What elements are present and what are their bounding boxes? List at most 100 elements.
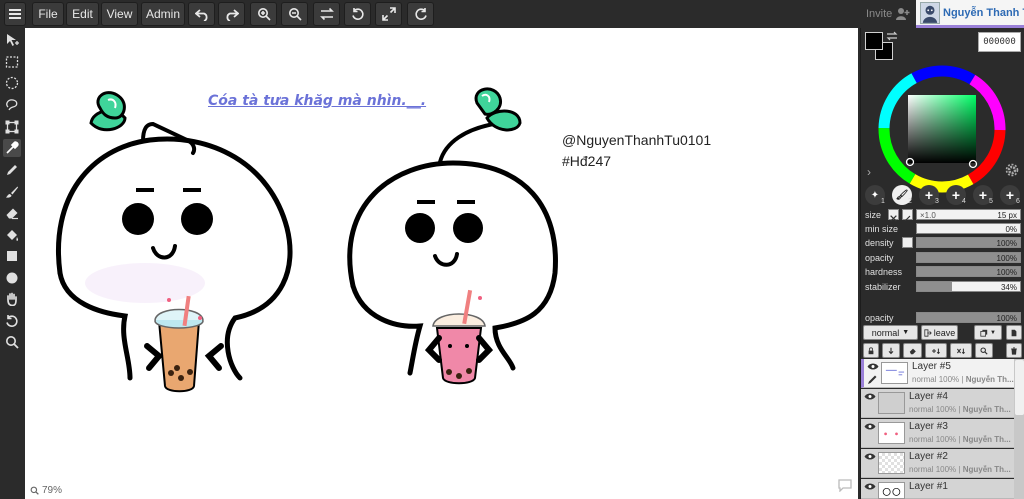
- right-character: [347, 87, 558, 385]
- plus-merge-icon: [932, 348, 940, 354]
- tool-rectangle[interactable]: [3, 247, 21, 265]
- merge-down-button[interactable]: [882, 343, 900, 358]
- layer-item-2[interactable]: Layer #2 normal 100% | Nguyễn Th...: [861, 449, 1014, 478]
- eye-icon[interactable]: [864, 392, 876, 401]
- undo-button[interactable]: [188, 2, 215, 26]
- top-bar: File Edit View Admin Invite Nguyễn Thanh: [0, 0, 1024, 28]
- user-badge[interactable]: Nguyễn Thanh Tú: [916, 0, 1024, 28]
- trash-icon: [1011, 346, 1017, 355]
- copy-icon: [980, 329, 988, 337]
- pen-icon: [868, 375, 877, 384]
- fit-screen-button[interactable]: [375, 2, 402, 26]
- chat-bubble-icon[interactable]: [837, 478, 853, 492]
- tool-zoom[interactable]: [3, 333, 21, 351]
- tool-brush[interactable]: [3, 183, 21, 201]
- stabilizer-slider[interactable]: 34%: [916, 281, 1021, 292]
- rotate-right-button[interactable]: [407, 2, 434, 26]
- redo-button[interactable]: [218, 2, 245, 26]
- layer-item-3[interactable]: Layer #3 normal 100% | Nguyễn Th...: [861, 419, 1014, 448]
- hardness-slider[interactable]: 100%: [916, 266, 1021, 277]
- brush-preset-1-icon: ✦: [870, 189, 880, 201]
- size-slider[interactable]: ×1.0 15 px: [916, 209, 1021, 220]
- add-user-icon[interactable]: [896, 7, 910, 20]
- tool-ellipse-select[interactable]: [3, 74, 21, 92]
- tool-move[interactable]: [3, 31, 21, 49]
- size-pressure-toggle[interactable]: [888, 209, 899, 222]
- rectangle-select-icon: [5, 56, 19, 68]
- layer-list-scrollbar[interactable]: [1014, 359, 1024, 499]
- layer-name: Layer #2: [909, 451, 948, 462]
- hamburger-menu-button[interactable]: [4, 2, 26, 26]
- tool-eyedropper[interactable]: [3, 139, 21, 157]
- layer-opacity-slider[interactable]: 100%: [916, 312, 1021, 323]
- clear-layer-button[interactable]: [903, 343, 922, 358]
- rotate-icon: [6, 315, 18, 327]
- color-panel-expand-icon[interactable]: ›: [867, 165, 871, 179]
- zoom-indicator[interactable]: 79%: [30, 485, 62, 496]
- pen-icon: [7, 165, 17, 175]
- zoom-out-button[interactable]: [281, 2, 308, 26]
- leave-label: leave: [933, 327, 956, 338]
- layer-blend-row: normal ▼ leave ▼: [863, 325, 1023, 341]
- menu-view[interactable]: View: [101, 2, 138, 26]
- density-slider[interactable]: 100%: [916, 237, 1021, 248]
- blend-mode-select[interactable]: normal ▼: [863, 325, 918, 340]
- tool-lasso[interactable]: [3, 96, 21, 114]
- rotate-left-button[interactable]: [344, 2, 371, 26]
- menu-file[interactable]: File: [32, 2, 64, 26]
- invite-link[interactable]: Invite: [866, 8, 892, 20]
- primary-color-swatch[interactable]: [865, 32, 883, 50]
- layer-item-4[interactable]: Layer #4 normal 100% | Nguyễn Th...: [861, 389, 1014, 418]
- tool-eraser[interactable]: [3, 204, 21, 222]
- size-multiplier: ×1.0: [920, 211, 936, 220]
- layer-list-scroll-thumb[interactable]: [1015, 360, 1024, 415]
- merge-layer-button[interactable]: [925, 343, 947, 358]
- tool-transform[interactable]: [3, 118, 21, 136]
- hex-color-input[interactable]: 000000: [978, 32, 1021, 52]
- drawing-canvas[interactable]: Cóa tà tưa khăg mà nhìn.__. @NguyenThanh…: [25, 28, 858, 499]
- color-wheel[interactable]: [877, 64, 1007, 194]
- new-page-icon: [1011, 329, 1017, 336]
- undo-icon: [194, 9, 207, 21]
- new-layer-button[interactable]: [1006, 325, 1022, 340]
- rotate-right-icon: [414, 8, 427, 20]
- swap-colors-icon[interactable]: [886, 30, 898, 42]
- layer-thumbnail-text: [885, 369, 905, 376]
- layer-item-1[interactable]: Layer #1: [861, 479, 1014, 499]
- chevron-down-icon: ▼: [902, 329, 910, 336]
- menu-admin[interactable]: Admin: [141, 2, 185, 26]
- duplicate-layer-button[interactable]: ▼: [974, 325, 1002, 340]
- tool-ellipse[interactable]: [3, 269, 21, 287]
- min-size-slider[interactable]: 0%: [916, 223, 1021, 234]
- tool-rotate[interactable]: [3, 312, 21, 330]
- zoom-level: 79%: [42, 485, 63, 496]
- menu-edit[interactable]: Edit: [66, 2, 99, 26]
- delete-layer-button[interactable]: [1006, 343, 1022, 358]
- leave-button[interactable]: leave: [921, 325, 958, 340]
- brush-preset-5-number: 5: [989, 198, 993, 205]
- close-merge-icon: [956, 348, 965, 354]
- density-pressure-toggle[interactable]: [902, 237, 913, 248]
- layer-mode: normal: [909, 405, 934, 414]
- rectangle-icon: [7, 251, 17, 261]
- search-layer-button[interactable]: [975, 343, 993, 358]
- eye-icon[interactable]: [864, 452, 876, 461]
- delete-merge-button[interactable]: [950, 343, 972, 358]
- eye-icon[interactable]: [864, 482, 876, 491]
- layer-opacity: 100%: [935, 435, 957, 444]
- eye-icon[interactable]: [864, 422, 876, 431]
- size-pen-toggle[interactable]: [902, 209, 913, 222]
- opacity-slider[interactable]: 100%: [916, 252, 1021, 263]
- gear-icon[interactable]: [1005, 163, 1019, 177]
- tool-pen[interactable]: [3, 161, 21, 179]
- lock-layer-button[interactable]: [863, 343, 879, 358]
- close-icon: [890, 215, 897, 222]
- eye-icon[interactable]: [867, 362, 879, 371]
- tool-rect-select[interactable]: [3, 53, 21, 71]
- flip-horizontal-button[interactable]: [313, 2, 340, 26]
- zoom-in-button[interactable]: [250, 2, 277, 26]
- layer-item-5[interactable]: Layer #5 normal 100% | Nguyễn Th...: [861, 359, 1014, 388]
- brush-preset-3-number: 3: [935, 198, 939, 205]
- tool-hand[interactable]: [3, 290, 21, 308]
- tool-fill[interactable]: [3, 226, 21, 244]
